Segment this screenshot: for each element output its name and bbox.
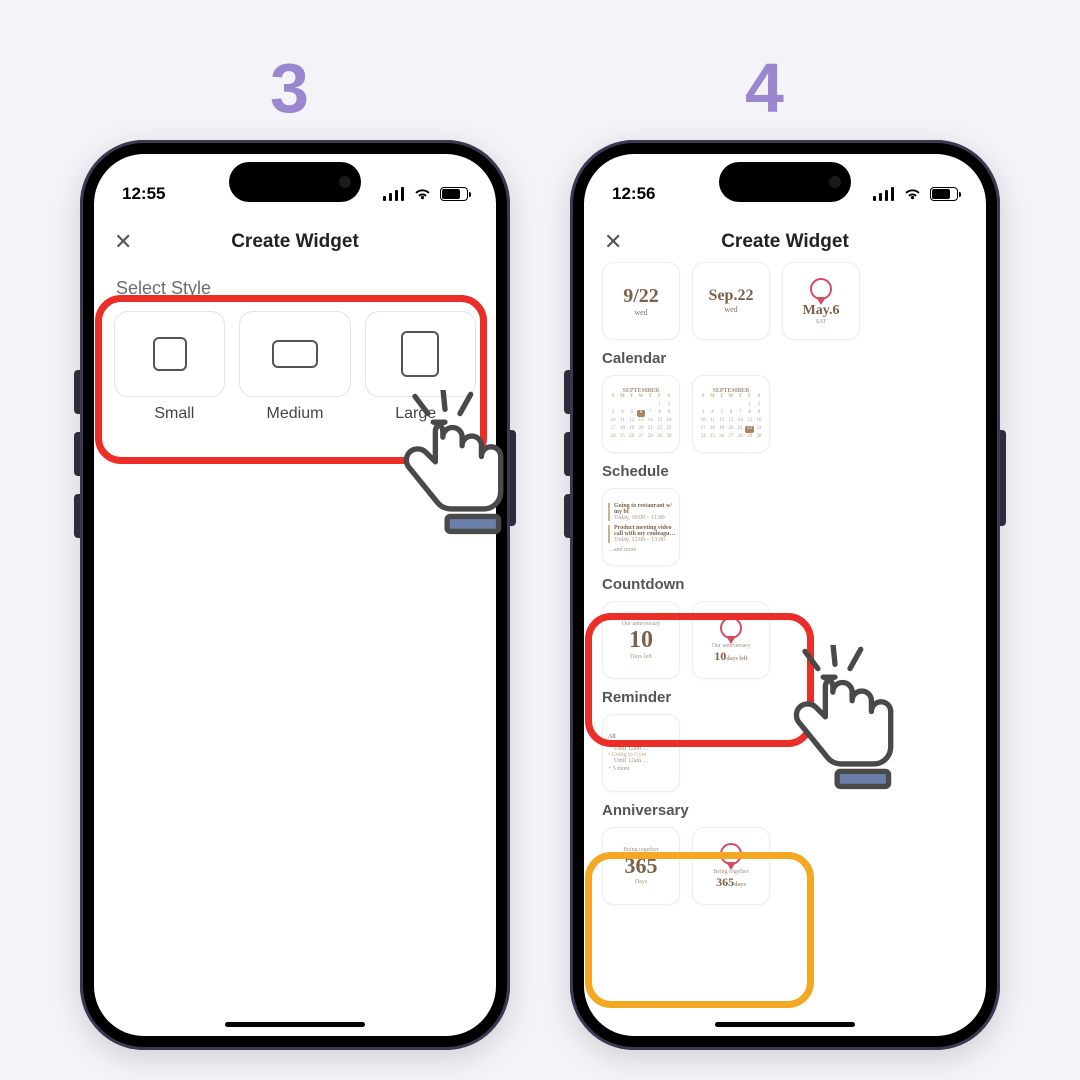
style-option-small[interactable] bbox=[114, 311, 225, 397]
countdown-number-small: 10 bbox=[714, 649, 726, 663]
battery-icon bbox=[440, 187, 468, 201]
page-title: Create Widget bbox=[721, 231, 849, 253]
page-title: Create Widget bbox=[231, 231, 359, 253]
calendar-grid: SMTWTFS123456789101112131415161718192021… bbox=[699, 394, 763, 441]
calendar-grid: SMTWTFS123456789101112131415161718192021… bbox=[609, 394, 673, 441]
dynamic-island bbox=[229, 162, 361, 202]
wifi-icon bbox=[903, 187, 922, 201]
status-time: 12:56 bbox=[612, 184, 655, 204]
countdown-widget-1[interactable]: Our anniversary 10 Days left bbox=[602, 601, 680, 679]
reminder-widget[interactable]: All • Going to Gym Until 12am … • Going … bbox=[602, 714, 680, 792]
anniversary-widget-1[interactable]: Being together 365 Days bbox=[602, 827, 680, 905]
schedule-widget[interactable]: Going to restaurant w/ my bf Today, 10:0… bbox=[602, 488, 680, 566]
anniversary-widget-2[interactable]: Being together 365days bbox=[692, 827, 770, 905]
dynamic-island bbox=[719, 162, 851, 202]
phone-frame-4: 12:56 ✕ Create Widget 9/22 wed Sep.22 we… bbox=[570, 140, 1000, 1050]
cellular-icon bbox=[383, 187, 405, 201]
category-countdown: Countdown bbox=[602, 576, 968, 593]
date-widget-2[interactable]: Sep.22 wed bbox=[692, 262, 770, 340]
phone-screen-3: 12:55 ✕ Create Widget Select Style Small… bbox=[94, 154, 496, 1036]
status-time: 12:55 bbox=[122, 184, 165, 204]
date-widget-2-date: Sep.22 bbox=[709, 287, 754, 305]
reminder-item-2-until: Until 12am … bbox=[614, 758, 649, 764]
category-calendar: Calendar bbox=[602, 350, 968, 367]
cellular-icon bbox=[873, 187, 895, 201]
battery-icon bbox=[930, 187, 958, 201]
countdown-number: 10 bbox=[629, 627, 653, 654]
style-option-medium[interactable] bbox=[239, 311, 350, 397]
anniversary-number-small: 365 bbox=[716, 875, 734, 889]
select-style-label: Select Style bbox=[116, 278, 496, 299]
ribbon-icon bbox=[720, 843, 742, 865]
calendar-widget-1[interactable]: SEPTEMBER SMTWTFS12345678910111213141516… bbox=[602, 375, 680, 453]
ribbon-icon bbox=[810, 278, 832, 300]
close-icon[interactable]: ✕ bbox=[604, 229, 622, 255]
calendar-widget-2[interactable]: SEPTEMBER SMTWTFS12345678910111213141516… bbox=[692, 375, 770, 453]
phone-screen-4: 12:56 ✕ Create Widget 9/22 wed Sep.22 we… bbox=[584, 154, 986, 1036]
date-widget-1[interactable]: 9/22 wed bbox=[602, 262, 680, 340]
style-caption-large: Large bbox=[355, 405, 476, 423]
home-indicator bbox=[225, 1022, 365, 1027]
page-header: ✕ Create Widget bbox=[584, 222, 986, 262]
step-number-4: 4 bbox=[745, 48, 784, 128]
countdown-unit: Days left bbox=[630, 654, 652, 660]
home-indicator bbox=[715, 1022, 855, 1027]
category-reminder: Reminder bbox=[602, 689, 968, 706]
category-anniversary: Anniversary bbox=[602, 802, 968, 819]
phone-frame-3: 12:55 ✕ Create Widget Select Style Small… bbox=[80, 140, 510, 1050]
step-number-3: 3 bbox=[270, 48, 309, 128]
date-widget-3-day: SAT bbox=[816, 319, 827, 325]
page-header: ✕ Create Widget bbox=[94, 222, 496, 262]
date-widget-2-day: wed bbox=[724, 305, 737, 315]
wifi-icon bbox=[413, 187, 432, 201]
style-option-large[interactable] bbox=[365, 311, 476, 397]
date-widget-1-day: wed bbox=[634, 308, 647, 318]
schedule-item-2: Product meeting video call with my coule… bbox=[614, 525, 680, 537]
close-icon[interactable]: ✕ bbox=[114, 229, 132, 255]
countdown-widget-2[interactable]: Our anniversary 10days left bbox=[692, 601, 770, 679]
schedule-more: …and more bbox=[608, 547, 637, 553]
anniversary-unit: Days bbox=[635, 879, 647, 885]
style-caption-small: Small bbox=[114, 405, 235, 423]
schedule-item-1-time: Today, 10:00 – 11:00 bbox=[614, 515, 680, 521]
date-widget-3[interactable]: May.6 SAT bbox=[782, 262, 860, 340]
date-widget-3-date: May.6 bbox=[803, 303, 840, 319]
reminder-more: + 5 more bbox=[608, 766, 630, 772]
countdown-unit-small: days left bbox=[726, 656, 748, 662]
schedule-item-1: Going to restaurant w/ my bf bbox=[614, 503, 680, 515]
anniversary-number: 365 bbox=[625, 853, 658, 879]
date-widget-1-date: 9/22 bbox=[623, 285, 659, 308]
schedule-item-2-time: Today, 12:00 – 13:00 bbox=[614, 537, 680, 543]
anniversary-unit-small: days bbox=[734, 882, 746, 888]
ribbon-icon bbox=[720, 617, 742, 639]
category-schedule: Schedule bbox=[602, 463, 968, 480]
style-caption-medium: Medium bbox=[235, 405, 356, 423]
